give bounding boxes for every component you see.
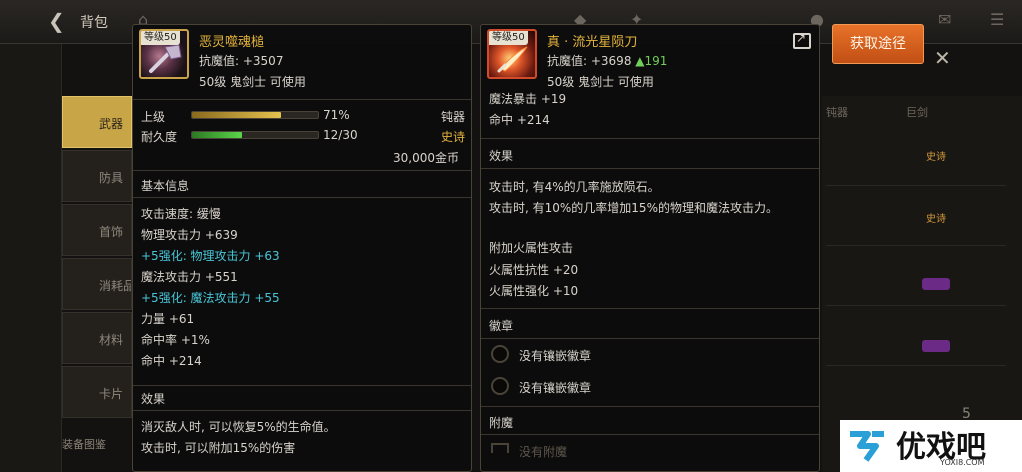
share-icon[interactable] <box>793 31 811 49</box>
magic-resist: 抗魔值: +3507 <box>199 54 284 68</box>
page-title: 背包 <box>80 15 108 31</box>
divider <box>481 338 819 339</box>
grade-bar-fill <box>192 112 282 118</box>
stat-line: 力量 +61 <box>141 312 195 326</box>
tab-accessory[interactable]: 首饰 <box>62 204 132 256</box>
equipment-codex-link[interactable]: 装备图鉴 <box>62 436 106 452</box>
section-title-emblem: 徽章 <box>489 319 514 333</box>
class-requirement: 50级 鬼剑士 可使用 <box>547 75 654 89</box>
stat-line: 命中率 +1% <box>141 333 210 347</box>
divider <box>133 170 471 171</box>
durability-bar <box>191 131 319 139</box>
close-icon[interactable]: ✕ <box>934 46 951 70</box>
grade-label: 上级 <box>141 110 166 124</box>
durability-bar-fill <box>192 132 243 138</box>
list-header-blunt[interactable]: 钝器 <box>826 104 848 120</box>
item-name: 恶灵噬魂槌 <box>199 35 265 50</box>
effect-line: 攻击时, 有10%的几率增加15%的物理和魔法攻击力。 <box>489 201 778 215</box>
tab-card[interactable]: 卡片 <box>62 366 132 418</box>
element-line: 附加火属性攻击 <box>489 241 574 255</box>
enchant-slot-label: 没有附魔 <box>519 445 568 459</box>
stat-line: +5强化: 魔法攻击力 +55 <box>141 291 280 305</box>
rarity-label: 史诗 <box>441 130 466 144</box>
acquire-source-button[interactable]: 获取途径 <box>832 24 924 64</box>
rarity-badge: 史诗 <box>926 214 946 225</box>
stat-line: 物理攻击力 +639 <box>141 228 238 242</box>
item-name: 真 · 流光星陨刀 <box>547 35 638 50</box>
divider <box>481 308 819 309</box>
sell-price: 30,000金币 <box>393 151 459 165</box>
item-tooltip-equipped: 等级50 恶灵噬魂槌 抗魔值: +3507 50级 鬼剑士 可使用 上级 71%… <box>132 24 472 472</box>
list-item[interactable] <box>826 248 1006 306</box>
stat-line: 攻击速度: 缓慢 <box>141 207 221 221</box>
magic-resist: 抗魔值: +3698 ▲191 <box>547 52 667 69</box>
stat-line: +5强化: 物理攻击力 +63 <box>141 249 280 263</box>
magic-resist-value: 抗魔值: +3698 <box>547 54 632 68</box>
grade-percent: 71% <box>323 108 350 122</box>
category-tabs: 武器 防具 首饰 消耗品 材料 卡片 <box>62 96 132 420</box>
flame-sword-icon <box>497 46 528 73</box>
menu-icon[interactable]: ☰ <box>990 10 1004 29</box>
tab-material[interactable]: 材料 <box>62 312 132 364</box>
stat-line: 命中 +214 <box>489 113 550 127</box>
enchant-slot-icon[interactable] <box>491 443 509 453</box>
item-icon: 等级50 <box>139 29 189 79</box>
section-title-effect: 效果 <box>141 392 166 406</box>
stat-line: 魔法暴击 +19 <box>489 92 567 106</box>
divider <box>133 385 471 386</box>
level-tag: 等级50 <box>489 31 528 45</box>
tab-armor[interactable]: 防具 <box>62 150 132 202</box>
emblem-slot-label: 没有镶嵌徽章 <box>519 381 592 395</box>
list-item[interactable] <box>826 188 1006 246</box>
element-line: 火属性强化 +10 <box>489 284 579 298</box>
effect-line: 攻击时, 可以附加15%的伤害 <box>141 441 296 455</box>
rarity-badge <box>922 278 950 290</box>
durability-label: 耐久度 <box>141 130 178 144</box>
mace-icon <box>149 44 182 73</box>
emblem-slot-icon[interactable] <box>491 345 509 363</box>
durability-value: 12/30 <box>323 128 358 142</box>
brand-logo-icon <box>850 431 884 462</box>
effect-line: 攻击时, 有4%的几率施放陨石。 <box>489 180 660 194</box>
divider <box>133 197 471 198</box>
magic-resist-increase: ▲191 <box>635 54 668 68</box>
mail-icon[interactable]: ✉ <box>938 10 951 29</box>
stat-line: 魔法攻击力 +551 <box>141 270 238 284</box>
stat-line: 命中 +214 <box>141 354 202 368</box>
section-title-basic-info: 基本信息 <box>141 179 190 193</box>
divider <box>133 99 471 100</box>
list-header-greatsword[interactable]: 巨剑 <box>906 104 928 120</box>
tab-weapon[interactable]: 武器 <box>62 96 132 148</box>
left-sidebar <box>0 44 62 472</box>
list-item[interactable] <box>826 308 1006 366</box>
emblem-slot-label: 没有镶嵌徽章 <box>519 349 592 363</box>
divider <box>481 406 819 407</box>
divider <box>133 410 471 411</box>
list-item[interactable] <box>826 128 1006 186</box>
level-tag: 等级50 <box>141 31 180 45</box>
watermark: 优戏吧 YOXI8.COM <box>840 420 1022 472</box>
grade-bar <box>191 111 319 119</box>
tab-consumable[interactable]: 消耗品 <box>62 258 132 310</box>
item-tooltip-compare: 等级50 真 · 流光星陨刀 抗魔值: +3698 ▲191 50级 鬼剑士 可… <box>480 24 820 472</box>
section-title-enchant: 附魔 <box>489 416 514 430</box>
rarity-badge: 史诗 <box>926 152 946 163</box>
divider <box>481 168 819 169</box>
rarity-badge <box>922 340 950 352</box>
effect-line: 消灭敌人时, 可以恢复5%的生命值。 <box>141 420 336 434</box>
element-line: 火属性抗性 +20 <box>489 263 579 277</box>
emblem-slot-icon[interactable] <box>491 377 509 395</box>
divider <box>481 138 819 139</box>
back-arrow-icon[interactable]: ❮ <box>48 10 70 32</box>
section-title-effect: 效果 <box>489 149 514 163</box>
class-requirement: 50级 鬼剑士 可使用 <box>199 75 306 89</box>
weapon-type: 钝器 <box>441 110 466 124</box>
watermark-domain: YOXI8.COM <box>940 458 985 467</box>
divider <box>481 434 819 435</box>
item-icon: 等级50 <box>487 29 537 79</box>
